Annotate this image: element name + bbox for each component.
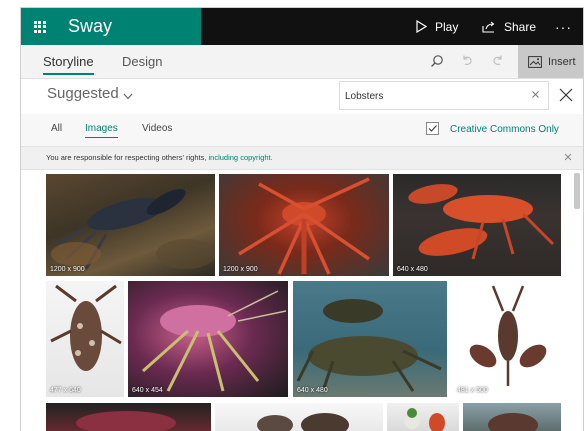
search-row: Suggested: [21, 79, 583, 114]
app-launcher-button[interactable]: [21, 8, 58, 45]
image-dimensions: 640 x 454: [132, 387, 163, 394]
filter-row: All Images Videos Creative Commons Only: [21, 114, 583, 146]
search-icon[interactable]: [430, 54, 444, 68]
image-dimensions: 1200 x 900: [50, 266, 85, 273]
lobster-image: [50, 284, 122, 371]
insert-button[interactable]: Insert: [518, 45, 583, 78]
image-result[interactable]: 1200 x 900: [46, 174, 215, 276]
lobster-image: [76, 411, 176, 431]
share-label: Share: [504, 19, 537, 34]
redo-icon[interactable]: [491, 54, 504, 67]
filter-images[interactable]: Images: [85, 123, 118, 138]
search-input[interactable]: [340, 82, 527, 110]
image-dimensions: 640 x 480: [397, 266, 428, 273]
copyright-notice: You are responsible for respecting other…: [21, 146, 583, 170]
notice-message: You are responsible for respecting other…: [46, 153, 209, 162]
image-result[interactable]: 481 x 500: [453, 281, 561, 397]
play-button[interactable]: Play: [416, 8, 458, 45]
clear-search-icon[interactable]: [531, 90, 540, 99]
lobster-image: [51, 189, 215, 270]
image-dimensions: 481 x 500: [457, 387, 488, 394]
image-result[interactable]: [215, 403, 383, 431]
copyright-link[interactable]: including copyright.: [209, 153, 273, 162]
play-icon: [416, 20, 427, 33]
creative-commons-label[interactable]: Creative Commons Only: [450, 124, 559, 135]
more-options-button[interactable]: ···: [555, 8, 572, 45]
close-panel-icon[interactable]: [559, 88, 573, 102]
lobster-image: [488, 413, 538, 431]
filter-all[interactable]: All: [51, 123, 62, 134]
lobster-image: [296, 299, 442, 392]
image-result[interactable]: [387, 403, 459, 431]
lobster-image: [238, 177, 370, 275]
image-result[interactable]: 477 x 640: [46, 281, 124, 397]
waffle-icon: [33, 20, 46, 33]
image-dimensions: 640 x 480: [297, 387, 328, 394]
lobster-image: [408, 184, 555, 260]
lobster-image: [404, 408, 445, 431]
insert-label: Insert: [548, 55, 576, 68]
lobster-image: [142, 290, 287, 392]
tab-row: Storyline Design Insert: [21, 45, 583, 79]
image-dimensions: 1200 x 900: [223, 266, 258, 273]
title-bar: Sway Play Share ···: [21, 8, 583, 45]
dismiss-notice-icon[interactable]: [564, 153, 572, 161]
share-icon: [482, 21, 495, 33]
notice-text: You are responsible for respecting other…: [46, 153, 273, 162]
tab-design[interactable]: Design: [122, 45, 162, 78]
image-result[interactable]: 1200 x 900: [219, 174, 389, 276]
lobster-image: [257, 413, 349, 431]
lobster-image: [469, 285, 547, 386]
filter-videos[interactable]: Videos: [142, 123, 172, 134]
sway-window: Sway Play Share ··· Storyline Design Ins…: [21, 8, 583, 431]
image-result[interactable]: [46, 403, 211, 431]
play-label: Play: [435, 19, 459, 34]
image-result[interactable]: 640 x 454: [128, 281, 288, 397]
insert-image-icon: [528, 55, 542, 68]
share-button[interactable]: Share: [482, 8, 536, 45]
creative-commons-checkbox[interactable]: [426, 122, 439, 135]
image-dimensions: 477 x 640: [50, 387, 81, 394]
source-dropdown[interactable]: Suggested: [47, 85, 119, 102]
search-box[interactable]: [339, 81, 549, 110]
image-result[interactable]: 640 x 480: [293, 281, 447, 397]
undo-icon[interactable]: [461, 54, 474, 67]
image-results-grid: 1200 x 900 1200 x 900 640 x 480 477 x 64…: [21, 170, 583, 431]
checkmark-icon: [428, 125, 437, 132]
image-result[interactable]: [463, 403, 561, 431]
image-result[interactable]: 640 x 480: [393, 174, 561, 276]
tab-storyline[interactable]: Storyline: [43, 45, 94, 78]
chevron-down-icon[interactable]: [123, 93, 133, 100]
app-name: Sway: [58, 8, 201, 45]
results-scrollbar[interactable]: [574, 173, 580, 209]
